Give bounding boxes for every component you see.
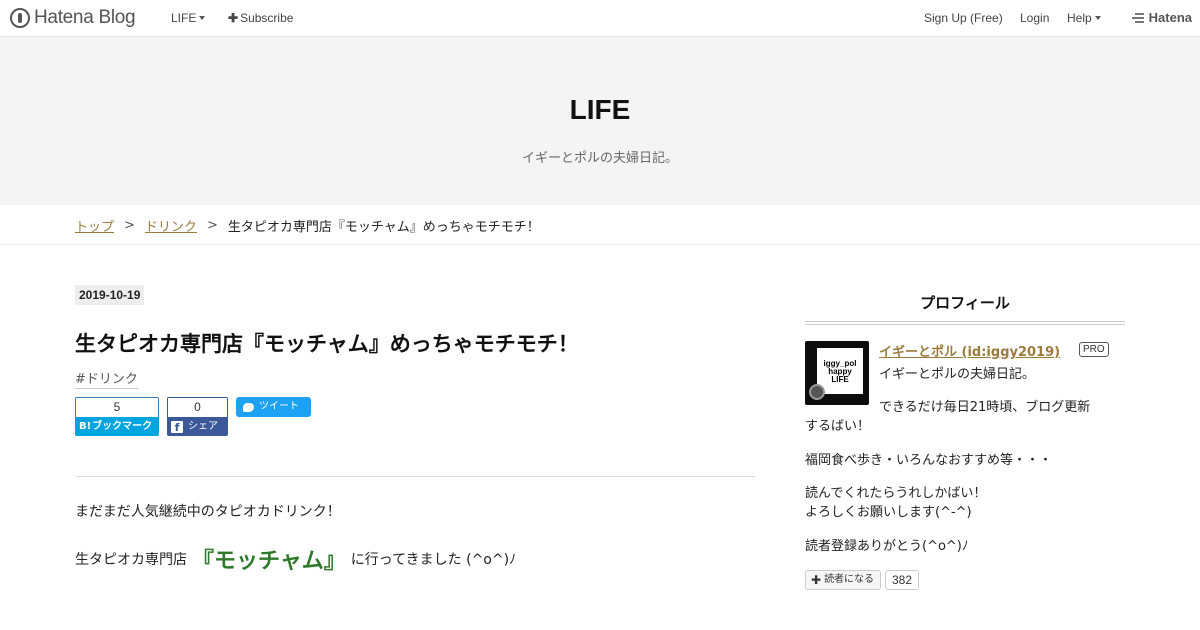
pro-badge[interactable]: PRO bbox=[1079, 342, 1109, 357]
plus-icon: ✚ bbox=[811, 573, 822, 587]
sidebar-profile-heading: プロフィール bbox=[920, 294, 1010, 312]
help-label: Help bbox=[1067, 11, 1092, 25]
sidebar-divider bbox=[805, 321, 1125, 325]
profile-text: するばい！ bbox=[805, 419, 871, 434]
hatena-blog-logo[interactable]: Hatena Blog bbox=[10, 6, 136, 30]
breadcrumb-top-link[interactable]: トップ bbox=[75, 216, 114, 235]
subscribe-reader-button[interactable]: ✚ 読者になる bbox=[805, 570, 882, 590]
help-menu[interactable]: Help bbox=[1067, 11, 1101, 25]
bookmark-label: B! ブックマーク bbox=[75, 417, 159, 436]
tweet-label: ツイート bbox=[259, 401, 299, 412]
paragraph-text: 生タピオカ専門店 bbox=[75, 552, 187, 568]
global-header: Hatena Blog LIFE ✚ Subscribe Sign Up (Fre… bbox=[0, 0, 1200, 37]
entry-paragraph: まだまだ人気継続中のタピオカドリンク！ bbox=[75, 504, 341, 520]
entry-date[interactable]: 2019-10-19 bbox=[75, 285, 145, 305]
paragraph-text: に行ってきました (^o^)ﾉ bbox=[350, 552, 517, 568]
subscribe-button[interactable]: ✚ Subscribe bbox=[228, 11, 293, 25]
breadcrumb-category-link[interactable]: ドリンク bbox=[145, 216, 197, 235]
avatar-badge-icon bbox=[809, 384, 825, 400]
blog-header: LIFE イギーとポルの夫婦日記。 bbox=[0, 37, 1200, 205]
hatena-logo[interactable]: Hatena bbox=[1131, 10, 1192, 25]
caret-down-icon bbox=[1094, 16, 1101, 20]
login-link[interactable]: Login bbox=[1020, 11, 1049, 25]
hatena-bookmark-button[interactable]: 5 B! ブックマーク bbox=[75, 397, 159, 436]
breadcrumb-separator: > bbox=[124, 218, 135, 233]
hatena-bookmark-icon: B! bbox=[79, 421, 92, 432]
tweet-button[interactable]: ツイート bbox=[236, 397, 311, 417]
profile-text: 読んでくれたらうれしかばい！ bbox=[805, 486, 987, 501]
avatar[interactable]: iggy_pol happy LIFE bbox=[805, 341, 869, 405]
blog-menu-label: LIFE bbox=[171, 11, 197, 25]
facebook-share-button[interactable]: 0 f シェア bbox=[167, 397, 228, 436]
shop-name-heading: 『モッチャム』 bbox=[192, 549, 346, 574]
bookmark-label-text: ブックマーク bbox=[92, 421, 153, 432]
profile-name-link[interactable]: イギーとポル (id:iggy2019) bbox=[879, 341, 1060, 360]
profile-text: 福岡食べ歩き・いろんなおすすめ等・・・ bbox=[805, 453, 1053, 468]
share-label: f シェア bbox=[167, 417, 228, 436]
profile-text: イギーとポルの夫婦日記。 bbox=[879, 367, 1036, 382]
subscribe-label: Subscribe bbox=[240, 11, 294, 25]
blog-menu[interactable]: LIFE bbox=[171, 11, 206, 25]
profile-text: 読者登録ありがとう(^o^)ﾉ bbox=[805, 539, 969, 554]
caret-down-icon bbox=[199, 16, 206, 20]
signup-link[interactable]: Sign Up (Free) bbox=[924, 11, 1003, 25]
entry-title[interactable]: 生タピオカ専門店『モッチャム』めっちゃモチモチ！ bbox=[75, 328, 579, 358]
profile-text: よろしくお願いします(^-^) bbox=[805, 505, 972, 520]
twitter-bird-icon bbox=[243, 402, 254, 412]
logo-text: Hatena Blog bbox=[34, 7, 136, 28]
blog-title[interactable]: LIFE bbox=[0, 94, 1200, 126]
reader-button-label: 読者になる bbox=[824, 574, 875, 585]
breadcrumb-separator: > bbox=[206, 218, 218, 233]
share-count: 0 bbox=[167, 397, 228, 417]
bookmark-count: 5 bbox=[75, 397, 159, 417]
facebook-icon: f bbox=[171, 420, 183, 434]
hatena-mark-icon bbox=[1131, 12, 1146, 24]
reader-count[interactable]: 382 bbox=[885, 570, 920, 590]
plus-icon: ✚ bbox=[228, 11, 239, 25]
hatena-logo-text: Hatena bbox=[1148, 10, 1192, 25]
breadcrumb: トップ > ドリンク > 生タピオカ専門店『モッチャム』めっちゃモチモチ！ bbox=[0, 205, 1200, 245]
entry-category[interactable]: #ドリンク bbox=[75, 368, 138, 389]
profile-text: できるだけ毎日21時頃、ブログ更新 bbox=[879, 400, 1091, 415]
share-label-text: シェア bbox=[188, 421, 218, 432]
blog-description: イギーとポルの夫婦日記。 bbox=[521, 151, 678, 166]
divider bbox=[75, 476, 755, 477]
entry-paragraph: 生タピオカ専門店 『モッチャム』 に行ってきました (^o^)ﾉ bbox=[75, 543, 516, 575]
breadcrumb-current: 生タピオカ専門店『モッチャム』めっちゃモチモチ！ bbox=[227, 220, 540, 235]
hatena-blog-logo-icon bbox=[10, 8, 30, 28]
